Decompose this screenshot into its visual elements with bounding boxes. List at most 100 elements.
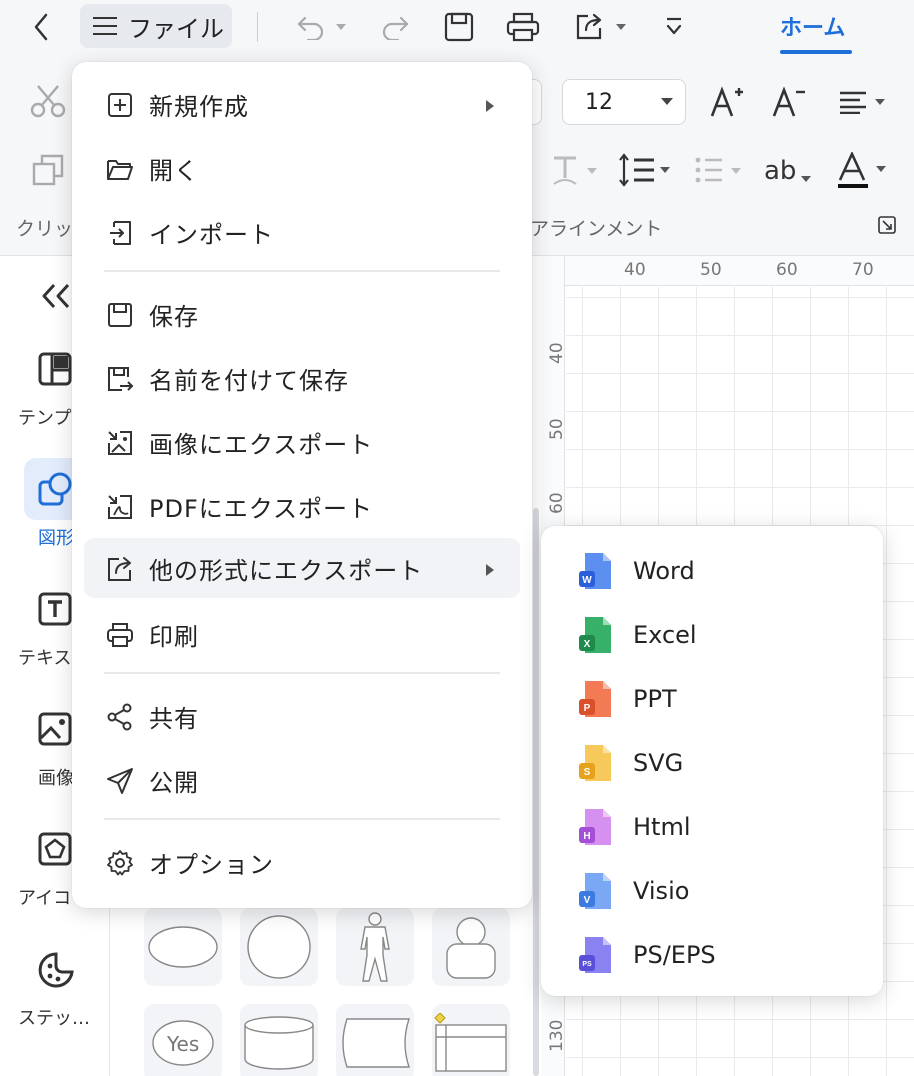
shape-person[interactable] <box>336 908 414 986</box>
increase-font-icon[interactable] <box>710 84 744 122</box>
file-menu-button[interactable]: ファイル <box>80 4 232 48</box>
menu-item-options-label: オプション <box>149 850 274 879</box>
expand-dialog-icon[interactable] <box>878 216 896 238</box>
hruler-tick-40: 40 <box>624 260 646 280</box>
export-svg[interactable]: S SVG <box>541 731 883 795</box>
export-excel[interactable]: X Excel <box>541 603 883 667</box>
line-spacing-icon[interactable] <box>618 152 674 192</box>
menu-item-share-label: 共有 <box>149 704 199 733</box>
align-text-icon[interactable] <box>838 90 888 118</box>
menu-item-import-label: インポート <box>149 220 274 249</box>
export-visio-label: Visio <box>633 877 690 905</box>
save-icon <box>108 303 132 327</box>
shape-table[interactable] <box>432 1004 510 1076</box>
export-format-submenu: W Word X Excel P PPT S SVG H Html V Visi… <box>541 526 883 996</box>
menu-item-share[interactable]: 共有 <box>84 686 520 746</box>
shape-panel-scrollbar[interactable] <box>533 508 539 1076</box>
file-menu-label: ファイル <box>128 14 224 43</box>
shapes-icon[interactable] <box>38 472 72 510</box>
decrease-font-icon[interactable] <box>772 84 806 122</box>
sidebar-item-sticker[interactable]: ステッ… <box>18 1004 90 1030</box>
menu-item-publish-label: 公開 <box>149 768 199 797</box>
menu-item-publish[interactable]: 公開 <box>84 750 520 810</box>
sidebar-item-icons[interactable]: アイコ <box>18 884 71 910</box>
vruler-tick-60: 60 <box>547 492 567 514</box>
text-icon[interactable] <box>38 592 72 630</box>
shape-decision-yes[interactable]: Yes <box>144 1004 222 1076</box>
shape-user[interactable] <box>432 908 510 986</box>
print-icon[interactable] <box>504 10 542 44</box>
export-html[interactable]: H Html <box>541 795 883 859</box>
template-icon[interactable] <box>38 352 72 390</box>
hruler-tick-50: 50 <box>700 260 722 280</box>
menu-item-open[interactable]: 開く <box>84 138 520 198</box>
menu-item-export-pdf-label: PDFにエクスポート <box>149 494 374 523</box>
top-toolbar: ファイル ホーム <box>0 0 914 56</box>
menu-item-export-image-label: 画像にエクスポート <box>149 430 374 459</box>
menu-divider <box>104 270 500 272</box>
menu-item-options[interactable]: オプション <box>84 832 520 892</box>
menu-item-save-as[interactable]: 名前を付けて保存 <box>84 348 520 408</box>
tab-home[interactable]: ホーム <box>780 10 845 42</box>
tab-home-underline <box>780 50 852 54</box>
menu-item-save[interactable]: 保存 <box>84 284 520 344</box>
menu-item-save-as-label: 名前を付けて保存 <box>149 366 349 395</box>
text-style-icon[interactable] <box>550 154 600 192</box>
sidebar-item-template[interactable]: テンプ <box>18 404 71 430</box>
back-icon[interactable] <box>26 10 56 44</box>
cut-icon[interactable] <box>30 84 66 122</box>
folder-open-icon <box>107 160 133 180</box>
export-word[interactable]: W Word <box>541 539 883 603</box>
vruler-tick-50: 50 <box>547 418 567 440</box>
export-other-icon <box>108 557 131 581</box>
font-size-select[interactable]: 12 <box>562 79 686 125</box>
menu-item-new[interactable]: 新規作成 <box>84 74 520 134</box>
sidebar-item-shapes[interactable]: 図形 <box>38 524 74 550</box>
sticker-icon[interactable] <box>38 952 74 992</box>
undo-icon[interactable] <box>294 12 328 42</box>
undo-dropdown-icon[interactable] <box>334 20 348 34</box>
menu-item-export-pdf[interactable]: PDFにエクスポート <box>84 476 520 536</box>
clipboard-group-label: クリッ <box>16 218 74 240</box>
collapse-sidebar-icon[interactable] <box>40 282 72 314</box>
export-ppt[interactable]: P PPT <box>541 667 883 731</box>
copy-icon[interactable] <box>32 154 64 190</box>
menu-item-import[interactable]: インポート <box>84 202 520 262</box>
menu-item-export-other[interactable]: 他の形式にエクスポート <box>84 538 520 598</box>
font-color-icon[interactable] <box>836 150 890 194</box>
text-case-dropdown-icon[interactable] <box>800 168 812 187</box>
shape-ellipse[interactable] <box>144 908 222 986</box>
save-icon[interactable] <box>442 10 476 44</box>
icon-library-icon[interactable] <box>38 832 72 870</box>
more-chevron-icon[interactable] <box>662 14 686 40</box>
word-file-icon: W <box>579 553 611 589</box>
menu-item-export-other-label: 他の形式にエクスポート <box>149 556 424 585</box>
menu-item-export-image[interactable]: 画像にエクスポート <box>84 412 520 472</box>
export-dropdown-icon[interactable] <box>614 20 628 34</box>
import-icon <box>110 221 131 245</box>
export-pdf-icon <box>108 495 132 519</box>
sidebar-item-text[interactable]: テキス <box>18 644 71 670</box>
shape-cylinder[interactable] <box>240 1004 318 1076</box>
bullet-list-icon[interactable] <box>694 156 746 190</box>
export-ps-eps[interactable]: PS PS/EPS <box>541 923 883 987</box>
text-case-button[interactable]: ab <box>764 156 796 186</box>
export-icon[interactable] <box>572 10 606 44</box>
shape-tape[interactable] <box>336 1004 414 1076</box>
save-as-icon <box>108 367 134 391</box>
menu-item-print[interactable]: 印刷 <box>84 604 520 664</box>
export-html-label: Html <box>633 813 691 841</box>
shape-circle[interactable] <box>240 908 318 986</box>
new-icon <box>108 93 132 117</box>
image-icon[interactable] <box>38 712 72 750</box>
menu-divider <box>104 818 500 820</box>
svg-text:P: P <box>584 703 591 714</box>
redo-icon[interactable] <box>378 12 412 42</box>
sidebar-item-image[interactable]: 画像 <box>38 764 74 790</box>
excel-file-icon: X <box>579 617 611 653</box>
svg-text:H: H <box>583 831 590 842</box>
export-image-icon <box>108 431 132 455</box>
svg-text:W: W <box>582 575 592 586</box>
export-visio[interactable]: V Visio <box>541 859 883 923</box>
vruler-tick-40: 40 <box>547 342 567 364</box>
